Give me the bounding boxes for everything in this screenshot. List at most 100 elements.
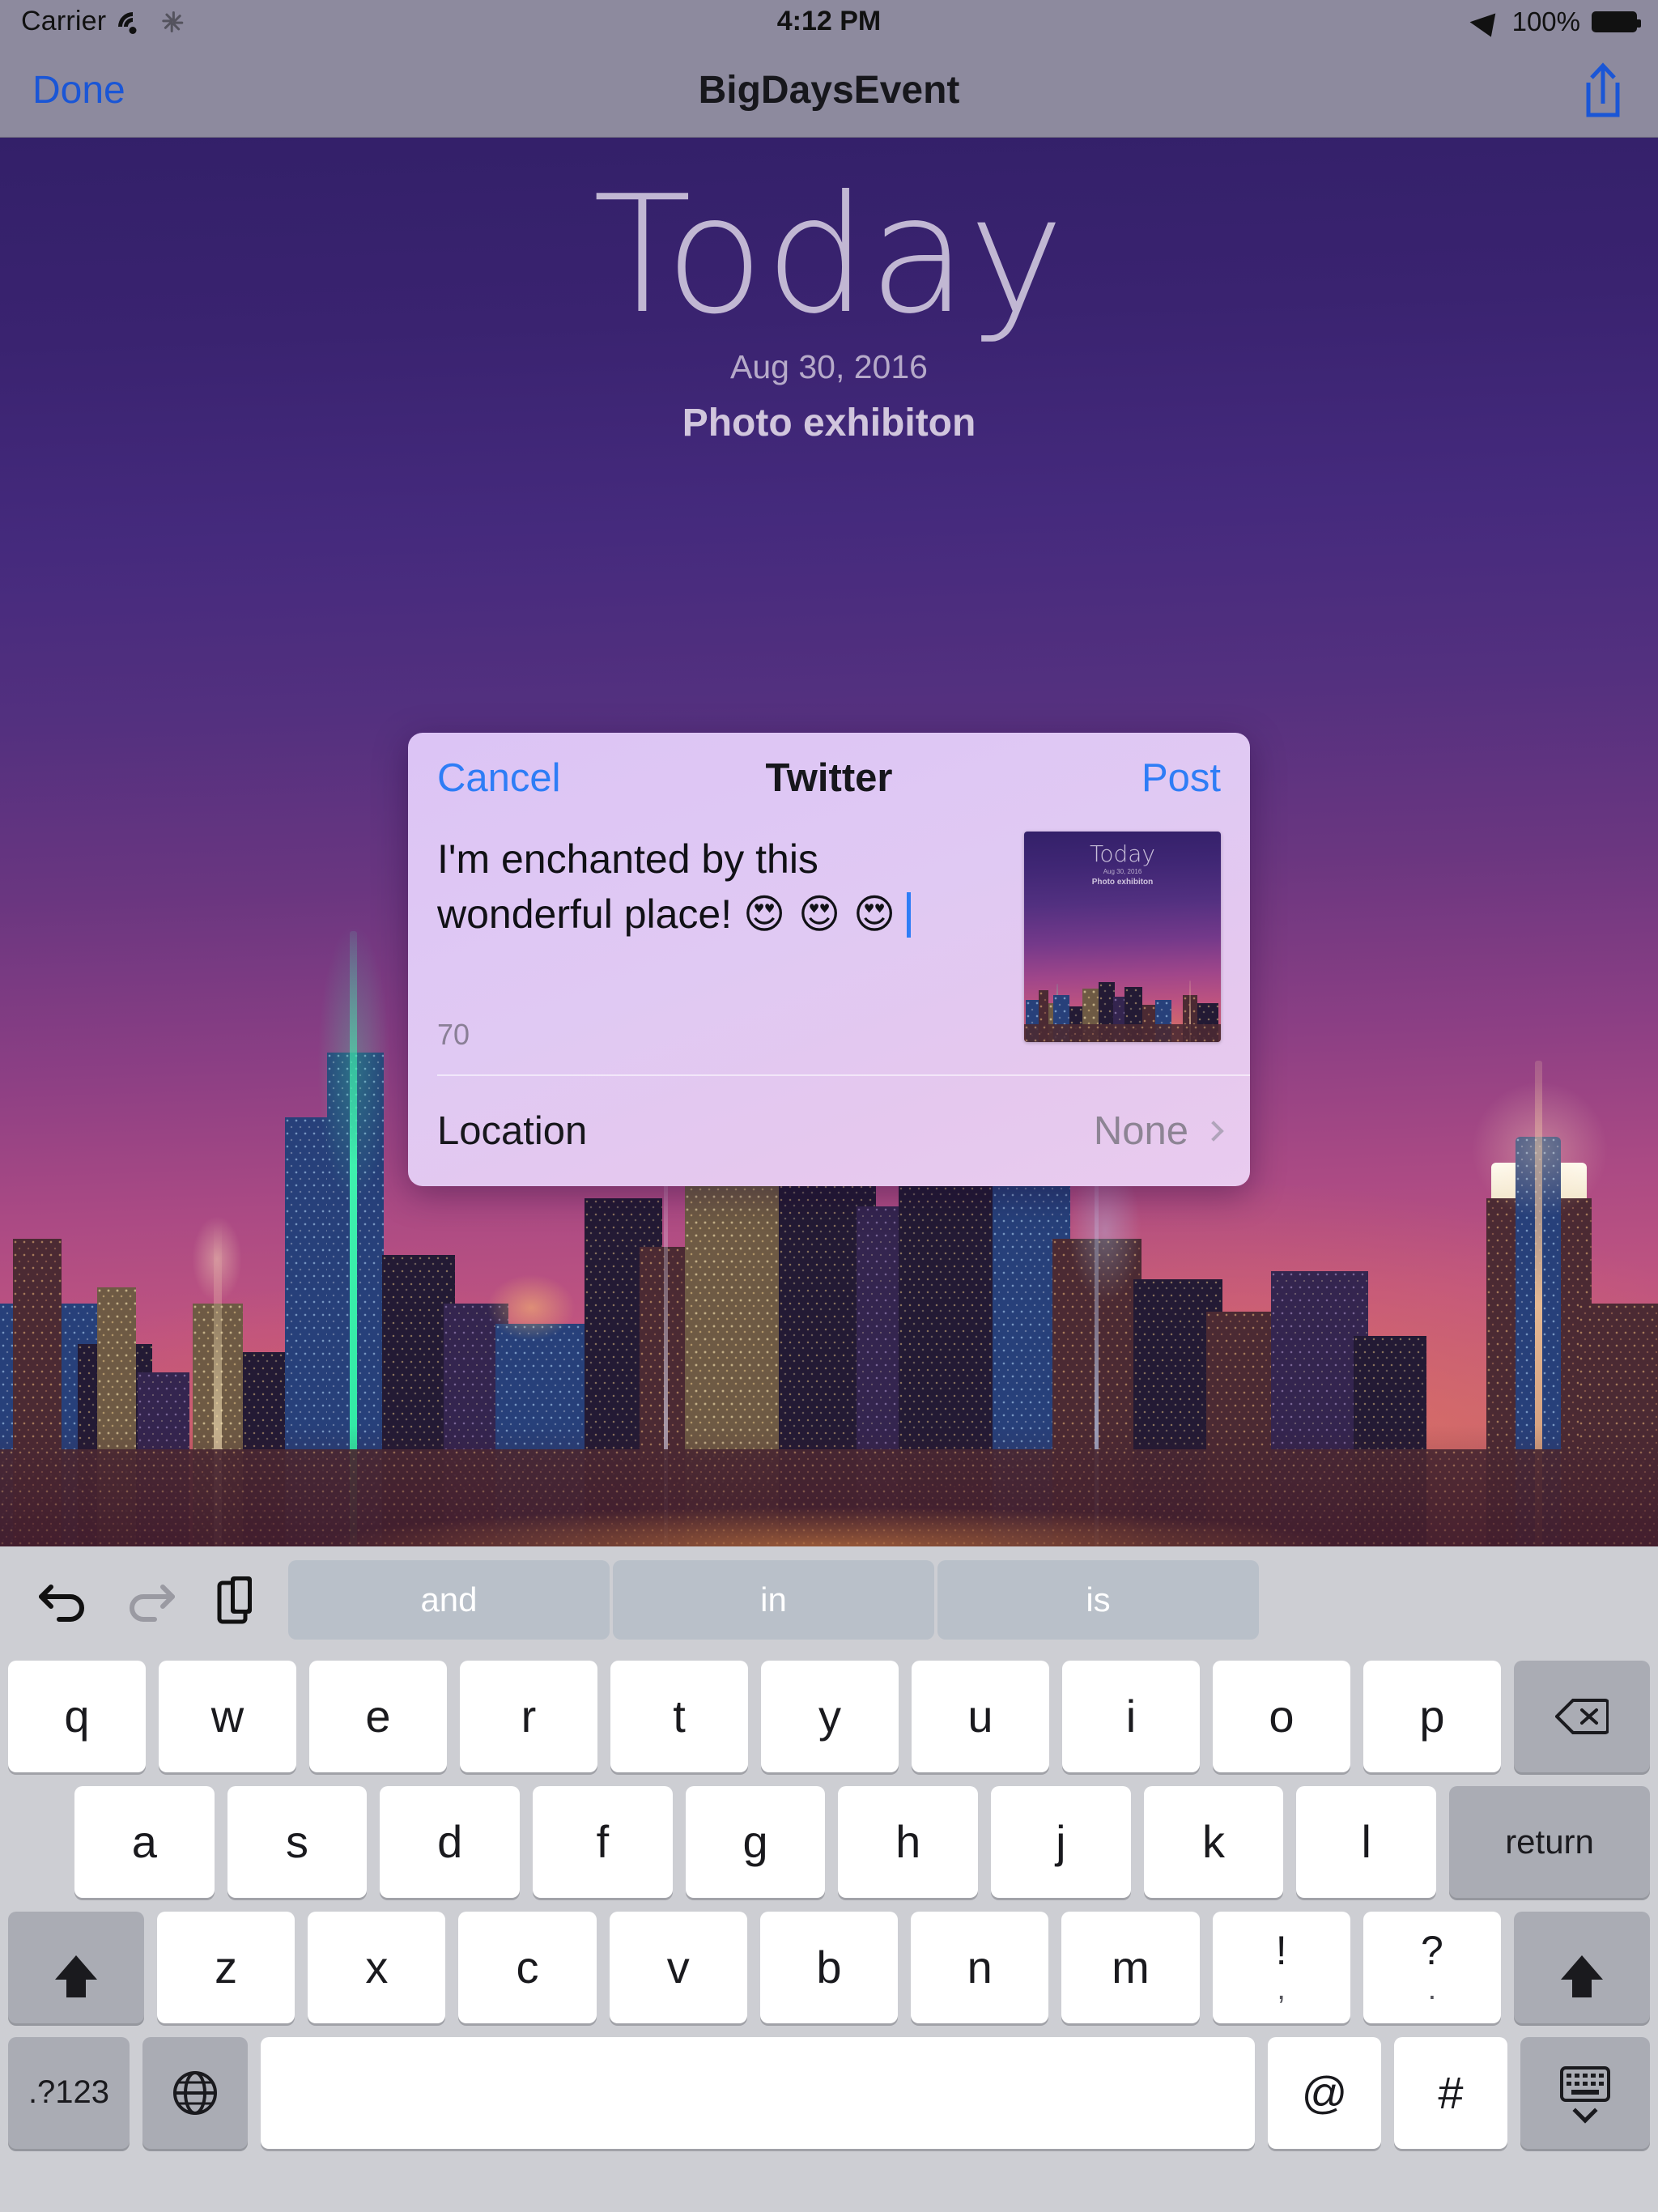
activity-spinner-icon — [159, 10, 184, 34]
suggestion-0[interactable]: and — [288, 1560, 610, 1640]
key-i[interactable]: i — [1062, 1660, 1200, 1772]
location-value: None — [1093, 1109, 1188, 1153]
key-exclamation-label: ! — [1275, 1927, 1287, 1973]
space-key[interactable] — [261, 2036, 1255, 2149]
return-key[interactable]: return — [1449, 1785, 1651, 1898]
thumbnail-skyline — [1024, 945, 1221, 1042]
key-u[interactable]: u — [912, 1660, 1049, 1772]
thumbnail-title: Today — [1090, 840, 1155, 867]
navigation-bar: Done BigDaysEvent — [0, 43, 1658, 138]
keyboard-row-1: q w e r t y u i o p — [0, 1653, 1658, 1779]
attached-image-thumbnail[interactable]: Today Aug 30, 2016 Photo exhibiton — [1024, 832, 1221, 1042]
keyboard-row-4: .?123 @ # — [0, 2030, 1658, 2155]
key-d[interactable]: d — [380, 1785, 521, 1898]
globe-language-icon — [173, 2070, 217, 2115]
delete-key[interactable] — [1514, 1660, 1650, 1772]
key-period-label: . — [1427, 1972, 1437, 2006]
share-icon — [1586, 62, 1620, 117]
key-question-label: ? — [1420, 1927, 1443, 1973]
location-row[interactable]: Location None — [408, 1076, 1250, 1186]
key-p[interactable]: p — [1363, 1660, 1501, 1772]
event-wallpaper: Today Aug 30, 2016 Photo exhibiton Cance… — [0, 138, 1658, 1546]
chevron-right-icon — [1203, 1121, 1224, 1142]
cancel-button[interactable]: Cancel — [437, 755, 561, 801]
share-button[interactable] — [1580, 62, 1626, 118]
key-exclamation-comma[interactable]: ! , — [1212, 1911, 1350, 2023]
key-v[interactable]: v — [609, 1911, 747, 2023]
key-s[interactable]: s — [227, 1785, 368, 1898]
key-j[interactable]: j — [991, 1785, 1131, 1898]
suggestion-bar: and in is — [288, 1560, 1259, 1640]
tweet-text-input[interactable]: I'm enchanted by this wonderful place! 😍… — [437, 823, 988, 942]
chevron-down-icon — [1572, 2097, 1598, 2124]
thumbnail-hero: Today Aug 30, 2016 Photo exhibiton — [1024, 843, 1221, 887]
numeric-mode-key[interactable]: .?123 — [8, 2036, 130, 2149]
key-k[interactable]: k — [1143, 1785, 1284, 1898]
hide-keyboard-key[interactable] — [1520, 2036, 1650, 2149]
page-title: BigDaysEvent — [698, 68, 960, 112]
key-hash[interactable]: # — [1394, 2036, 1507, 2149]
event-hero: Today Aug 30, 2016 Photo exhibiton — [0, 138, 1658, 445]
key-n[interactable]: n — [911, 1911, 1049, 2023]
key-r[interactable]: r — [460, 1660, 597, 1772]
key-x[interactable]: x — [308, 1911, 446, 2023]
status-bar: Carrier 4:12 PM 100% — [0, 0, 1658, 47]
key-q[interactable]: q — [8, 1660, 146, 1772]
key-y[interactable]: y — [761, 1660, 899, 1772]
suggestion-2[interactable]: is — [937, 1560, 1259, 1640]
tweet-emoji: 😍 😍 😍 — [743, 891, 896, 938]
carrier-label: Carrier — [21, 6, 107, 36]
key-z[interactable]: z — [157, 1911, 295, 2023]
key-m[interactable]: m — [1061, 1911, 1200, 2023]
twitter-compose-sheet: Cancel Twitter Post I'm enchanted by thi… — [408, 733, 1250, 1186]
undo-button[interactable] — [19, 1556, 107, 1644]
redo-button[interactable] — [107, 1556, 194, 1644]
onscreen-keyboard: and in is q w e r t y u i o p a s d f g … — [0, 1546, 1658, 2212]
hero-title: Today — [593, 161, 1065, 350]
key-e[interactable]: e — [309, 1660, 447, 1772]
key-a[interactable]: a — [74, 1785, 215, 1898]
paste-button[interactable] — [194, 1556, 282, 1644]
key-c[interactable]: c — [458, 1911, 597, 2023]
keyboard-row-3: z x c v b n m ! , ? . — [0, 1904, 1658, 2030]
status-bar-clock: 4:12 PM — [776, 6, 882, 36]
character-count: 70 — [437, 1018, 470, 1051]
status-bar-left: Carrier — [21, 6, 184, 47]
undo-arrow-icon — [39, 1585, 84, 1622]
shift-arrow-icon — [55, 1955, 97, 1997]
hero-subtitle: Photo exhibiton — [682, 402, 976, 445]
globe-key[interactable] — [142, 2036, 248, 2149]
hide-keyboard-icon — [1560, 2065, 1610, 2102]
key-f[interactable]: f — [533, 1785, 673, 1898]
paste-clipboard-icon — [217, 1576, 252, 1624]
status-bar-right: 100% — [1469, 6, 1641, 37]
shift-arrow-icon — [1560, 1955, 1603, 1997]
key-h[interactable]: h — [838, 1785, 979, 1898]
keyboard-toolbar: and in is — [0, 1546, 1658, 1653]
wifi-icon — [112, 6, 154, 47]
suggestion-1[interactable]: in — [613, 1560, 934, 1640]
shift-key-left[interactable] — [8, 1911, 144, 2023]
key-l[interactable]: l — [1296, 1785, 1437, 1898]
key-o[interactable]: o — [1213, 1660, 1350, 1772]
ipad-screen: Carrier 4:12 PM 100% Done BigDaysEvent T… — [0, 0, 1658, 2212]
shift-key-right[interactable] — [1513, 1911, 1650, 2023]
key-w[interactable]: w — [159, 1660, 296, 1772]
hero-date: Aug 30, 2016 — [730, 348, 928, 385]
battery-percent-label: 100% — [1511, 6, 1580, 36]
location-arrow-icon — [1469, 6, 1506, 37]
keyboard-row-2: a s d f g h j k l return — [0, 1779, 1658, 1904]
key-t[interactable]: t — [610, 1660, 748, 1772]
key-at[interactable]: @ — [1268, 2036, 1381, 2149]
location-label: Location — [437, 1109, 588, 1153]
key-g[interactable]: g — [685, 1785, 826, 1898]
thumbnail-date: Aug 30, 2016 — [1103, 868, 1142, 875]
battery-full-icon — [1592, 11, 1641, 32]
key-b[interactable]: b — [759, 1911, 899, 2023]
post-button[interactable]: Post — [1141, 755, 1221, 801]
compose-sheet-header: Cancel Twitter Post — [408, 733, 1250, 823]
delete-backspace-icon — [1555, 1698, 1609, 1734]
redo-arrow-icon — [130, 1585, 175, 1622]
key-question-period[interactable]: ? . — [1363, 1911, 1501, 2023]
done-button[interactable]: Done — [32, 68, 125, 113]
